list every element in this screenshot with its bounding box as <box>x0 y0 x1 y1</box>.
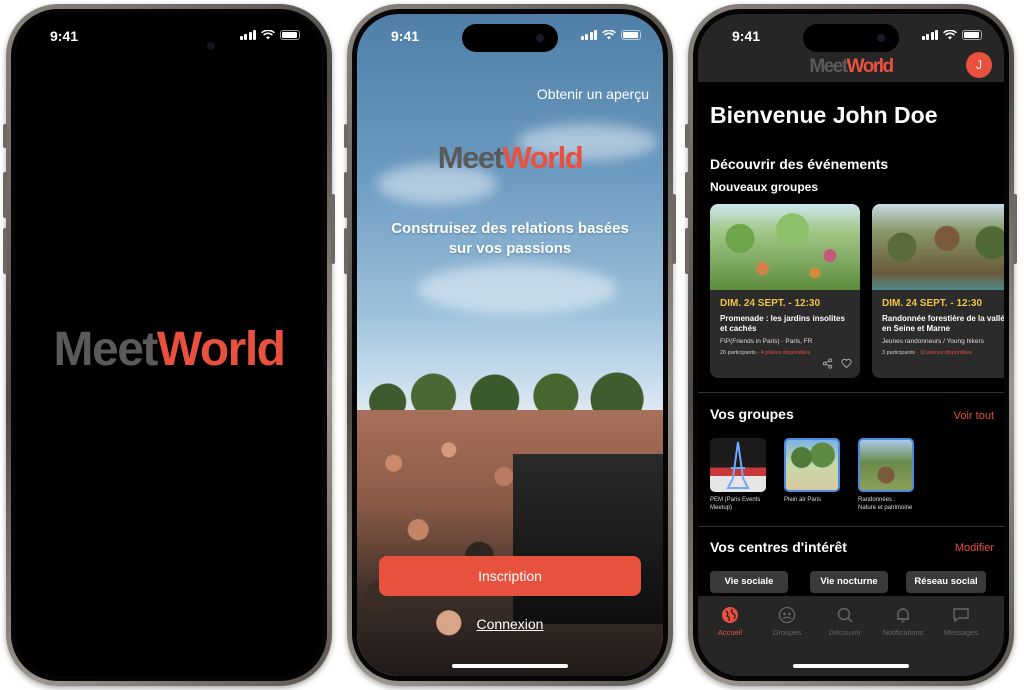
preview-link[interactable]: Obtenir un aperçu <box>537 86 649 102</box>
power-button <box>1013 194 1017 264</box>
app-logo: MeetWorld <box>53 323 286 376</box>
stage <box>513 454 663 624</box>
bell-icon <box>897 608 909 623</box>
status-time: 9:41 <box>50 28 79 44</box>
edit-interests-link[interactable]: Modifier <box>955 542 994 554</box>
tab-accueil[interactable]: Accueil <box>700 606 760 637</box>
globe-icon <box>722 607 738 623</box>
dynamic-island <box>803 24 899 52</box>
wifi-icon <box>261 30 275 40</box>
battery-icon <box>962 30 982 40</box>
event-meta: 3 participants · 10 places disponibles <box>882 350 973 356</box>
login-link[interactable]: Connexion <box>357 616 663 632</box>
interest-chip[interactable]: Vie sociale <box>710 571 788 593</box>
home-indicator[interactable] <box>452 664 568 668</box>
event-date: DIM. 24 SEPT. - 12:30 <box>720 298 821 309</box>
volume-up-button <box>685 172 689 218</box>
tagline: Construisez des relations basées sur vos… <box>391 220 629 257</box>
group-image-nature <box>858 438 914 492</box>
volume-up-button <box>3 172 7 218</box>
wifi-icon <box>943 30 957 40</box>
groups-icon <box>778 606 796 624</box>
welcome-title: Bienvenue John Doe <box>710 102 938 128</box>
volume-down-button <box>3 228 7 274</box>
group-item[interactable]: Plein air Paris <box>784 438 840 504</box>
phone-onboarding: 9:41 Obtenir un aperçu MeetWorld Constru… <box>344 4 676 686</box>
phone-home: 9:41 MeetWorld J Bienvenue John Doe Déco… <box>685 4 1017 686</box>
home-screen: 9:41 MeetWorld J Bienvenue John Doe Déco… <box>698 14 1004 676</box>
app-logo: MeetWorld <box>437 140 584 175</box>
interest-chip[interactable]: Vie nocturne <box>810 571 888 593</box>
signal-icon <box>239 30 256 40</box>
volume-down-button <box>685 228 689 274</box>
tab-bar: Accueil Groupes Découvrir Notifications … <box>698 596 1004 676</box>
status-time: 9:41 <box>732 28 761 44</box>
tab-messages[interactable]: Messages <box>931 606 991 637</box>
action-button <box>3 124 7 148</box>
tab-label: Messages <box>943 628 979 637</box>
event-meta: 26 participants · 4 places disponibles <box>720 350 811 356</box>
tab-label: Groupes <box>772 628 802 637</box>
tab-groupes[interactable]: Groupes <box>757 606 817 637</box>
group-item[interactable]: Randonnées : Nature et patrimoine <box>858 438 914 512</box>
share-icon[interactable] <box>822 358 833 372</box>
event-title: Randonnée forestière de la vallée en Sei… <box>882 314 1004 333</box>
splash-screen: 9:41 MeetWorld <box>16 14 322 676</box>
discover-title: Découvrir des événements <box>710 156 889 172</box>
tab-decouvrir[interactable]: Découvrir <box>815 606 875 637</box>
groups-title: Vos groupes <box>710 406 794 422</box>
signal-icon <box>580 30 597 40</box>
search-icon <box>837 607 853 623</box>
power-button <box>331 194 335 264</box>
new-groups-title: Nouveaux groupes <box>710 180 819 194</box>
status-bar: 9:41 <box>16 14 322 58</box>
app-logo: MeetWorld <box>809 56 894 77</box>
home-indicator[interactable] <box>793 664 909 668</box>
heart-icon[interactable] <box>841 358 852 372</box>
battery-icon <box>621 30 641 40</box>
action-button <box>685 124 689 148</box>
phone-splash: 9:41 MeetWorld <box>3 4 335 686</box>
signup-button[interactable]: Inscription <box>379 556 641 596</box>
event-image-garden <box>710 204 860 290</box>
battery-icon <box>280 30 300 40</box>
onboarding-screen: 9:41 Obtenir un aperçu MeetWorld Constru… <box>357 14 663 676</box>
event-organizer: FIP(Friends in Paris) · Paris, FR <box>720 338 813 345</box>
interests-title: Vos centres d'intérêt <box>710 539 847 555</box>
group-image-outdoor <box>784 438 840 492</box>
interest-chip[interactable]: Réseau social <box>906 571 986 593</box>
wifi-icon <box>602 30 616 40</box>
status-time: 9:41 <box>391 28 420 44</box>
power-button <box>672 194 676 264</box>
event-image-forest <box>872 204 1004 290</box>
dynamic-island <box>462 24 558 52</box>
event-card[interactable]: DIM. 24 SEPT. - 12:30 Promenade : les ja… <box>710 204 860 378</box>
group-item[interactable]: PEM (Paris Events Meetup) <box>710 438 766 512</box>
action-button <box>344 124 348 148</box>
group-name: Plein air Paris <box>784 497 822 503</box>
event-card[interactable]: DIM. 24 SEPT. - 12:30 Randonnée forestiè… <box>872 204 1004 378</box>
volume-up-button <box>344 172 348 218</box>
event-title: Promenade : les jardins insolites et cac… <box>720 314 845 333</box>
event-organizer: Jeunes randonneurs / Young hikers <box>882 338 984 345</box>
tab-notifications[interactable]: Notifications <box>873 606 933 637</box>
signal-icon <box>921 30 938 40</box>
group-name: Randonnées : Nature et patrimoine <box>858 497 913 511</box>
tab-label: Découvrir <box>828 628 862 637</box>
see-all-link[interactable]: Voir tout <box>954 410 994 422</box>
group-image-eiffel <box>710 438 766 492</box>
event-date: DIM. 24 SEPT. - 12:30 <box>882 298 983 309</box>
tab-label: Accueil <box>717 628 743 637</box>
tab-label: Notifications <box>882 628 924 637</box>
volume-down-button <box>344 228 348 274</box>
group-name: PEM (Paris Events Meetup) <box>710 497 761 511</box>
message-icon <box>953 608 969 623</box>
